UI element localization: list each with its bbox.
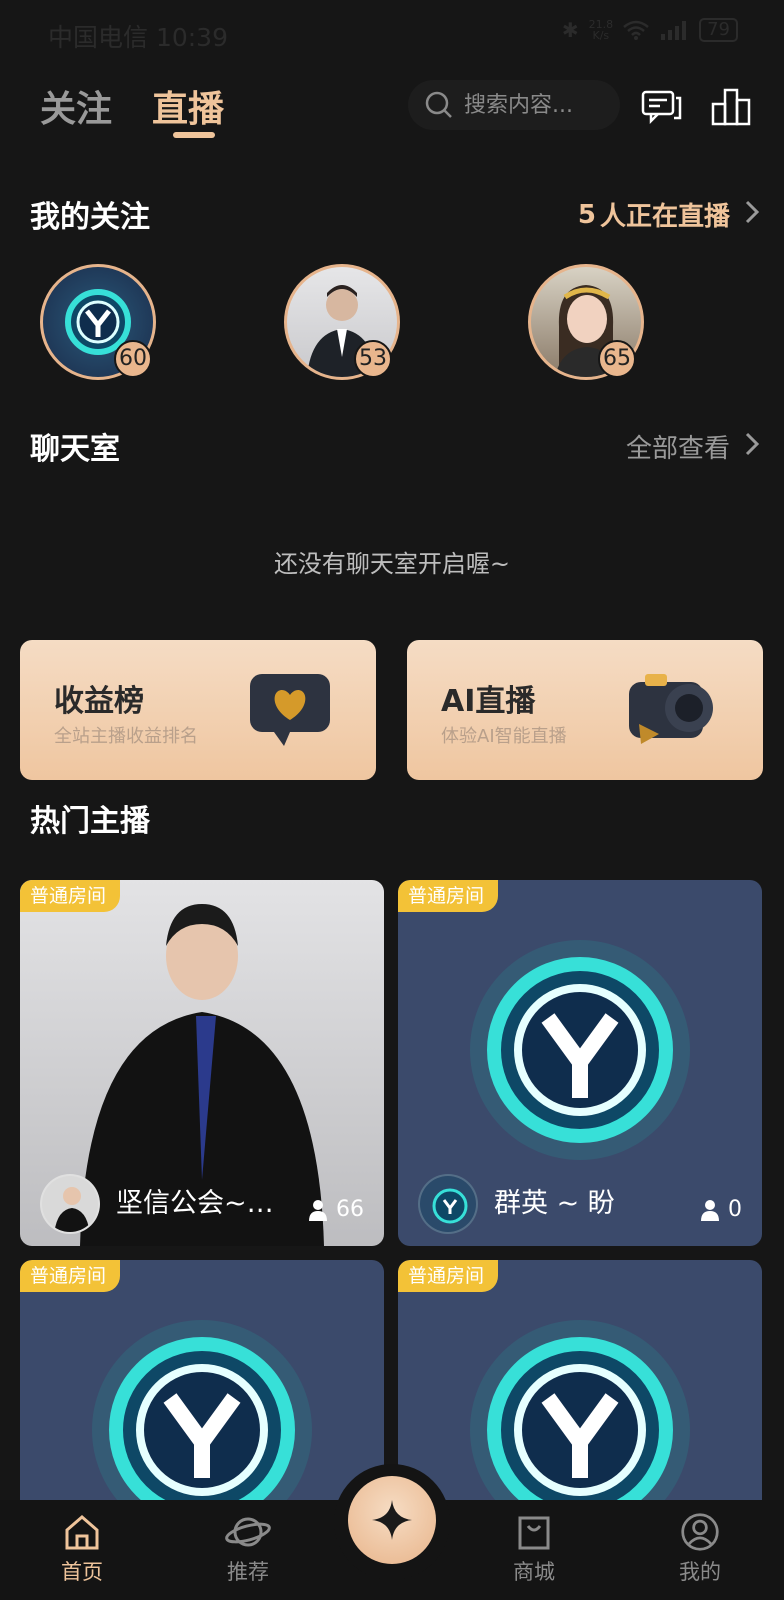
bluetooth-icon: ✱ [561, 18, 579, 42]
tab-follow[interactable]: 关注 [40, 80, 112, 132]
viewer-count: 66 [308, 1197, 364, 1222]
nav-mine[interactable]: 我的 [650, 1512, 750, 1586]
room-type-tag: 普通房间 [398, 880, 499, 912]
avatar-level-badge: 60 [114, 340, 152, 378]
battery-indicator: 79 [699, 18, 738, 42]
planet-icon [225, 1517, 271, 1547]
card-subtitle: 全站主播收益排名 [54, 726, 198, 747]
hot-streamers-title: 热门主播 [30, 804, 150, 839]
room-type-tag: 普通房间 [20, 880, 121, 912]
sparkle-icon [372, 1500, 412, 1540]
card-title: 收益榜 [54, 684, 144, 719]
streamer-name: 群英 ~ 盼 [494, 1188, 615, 1219]
streamer-card[interactable]: 普通房间 坚信公会~唐... 66 [20, 880, 384, 1246]
earnings-rank-card[interactable]: 收益榜 全站主播收益排名 [20, 640, 376, 780]
status-icons: ✱ 21.8 K/s 79 [562, 18, 738, 42]
carrier-time: 中国电信 10:39 [48, 23, 228, 52]
messages-icon[interactable] [640, 84, 684, 128]
avatar-level-badge: 65 [598, 340, 636, 378]
shopping-bag-icon [518, 1516, 550, 1550]
avatar-level-badge: 53 [354, 340, 392, 378]
status-bar: 中国电信 10:39 ✱ 21.8 K/s 79 [0, 0, 784, 64]
card-subtitle: 体验AI智能直播 [441, 726, 567, 747]
chatroom-title: 聊天室 [30, 432, 120, 467]
streamer-avatar [40, 1174, 100, 1234]
search-input[interactable] [464, 92, 614, 118]
active-tab-indicator [173, 132, 215, 138]
streamer-avatar [418, 1174, 478, 1234]
create-live-button[interactable] [348, 1476, 436, 1564]
search-icon [425, 91, 452, 118]
streamer-card[interactable]: 普通房间 群英 ~ 盼 0 [398, 880, 762, 1246]
search-box[interactable] [408, 80, 620, 130]
view-all-link[interactable]: 全部查看 [625, 428, 760, 465]
user-circle-icon [681, 1513, 719, 1551]
tab-live[interactable]: 直播 [152, 80, 224, 132]
live-count-text: 人正在直播 [599, 202, 730, 232]
chevron-right-icon [745, 200, 760, 224]
nav-mall[interactable]: 商城 [484, 1512, 584, 1586]
viewer-count: 0 [700, 1197, 742, 1222]
person-icon [309, 1199, 327, 1221]
network-speed: 21.8 K/s [588, 18, 614, 42]
person-icon [701, 1199, 719, 1221]
chatroom-empty-text: 还没有聊天室开启喔~ [273, 550, 511, 578]
wifi-icon [623, 20, 649, 40]
nav-home[interactable]: 首页 [32, 1512, 132, 1586]
live-count: 5 [577, 199, 596, 230]
signal-icon [661, 21, 687, 40]
card-title: AI直播 [441, 684, 536, 719]
room-type-tag: 普通房间 [20, 1260, 121, 1292]
camera-icon [629, 674, 713, 744]
top-nav: 关注 直播 [0, 80, 784, 150]
heart-chat-icon [250, 674, 330, 746]
nav-recommend[interactable]: 推荐 [198, 1512, 298, 1586]
my-follow-title: 我的关注 [30, 200, 150, 235]
room-type-tag: 普通房间 [398, 1260, 499, 1292]
live-count-link[interactable]: 5 人正在直播 [577, 196, 760, 233]
home-icon [65, 1515, 99, 1550]
view-all-label: 全部查看 [625, 434, 730, 464]
chevron-right-icon [745, 432, 760, 456]
ranking-icon[interactable] [710, 84, 754, 128]
ai-live-card[interactable]: AI直播 体验AI智能直播 [407, 640, 763, 780]
streamer-name: 坚信公会~唐... [116, 1188, 296, 1219]
